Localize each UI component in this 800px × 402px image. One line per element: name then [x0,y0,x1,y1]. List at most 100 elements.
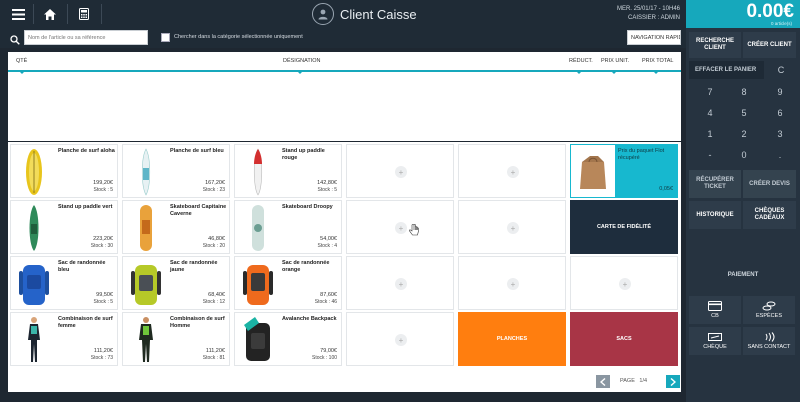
key-5[interactable]: 5 [730,104,758,122]
product-name: Sac de randonnée orange [282,260,330,273]
key-4[interactable]: 4 [696,104,724,122]
empty-slot[interactable]: + [346,144,454,198]
page-label: PAGE [620,378,635,384]
search-client-button[interactable]: RECHERCHE CLIENT [689,32,741,58]
product-tile[interactable]: Planche de surf aloha 199,20€ Stock : 5 [10,144,118,198]
recover-ticket-button[interactable]: RÉCUPÉRER TICKET [689,170,741,198]
product-price: 0,05€ [659,186,673,192]
key-minus[interactable]: - [696,146,724,164]
empty-slot[interactable]: + [346,312,454,366]
category-only-checkbox[interactable] [161,33,170,42]
product-tile[interactable]: Avalanche Backpack 79,00€ Stock : 100 [234,312,342,366]
bag-fee-tile[interactable]: Prix du paquet Flot récupéré 0,05€ [570,144,678,198]
history-button[interactable]: HISTORIQUE [689,201,741,229]
category-label: PLANCHES [496,336,528,342]
product-stock: Stock : 5 [93,299,113,305]
previous-page-button[interactable] [596,375,610,388]
key-2[interactable]: 2 [730,125,758,143]
key-6[interactable]: 6 [766,104,794,122]
product-price: 46,80€ [208,236,225,242]
clear-key[interactable]: C [765,61,797,79]
key-8[interactable]: 8 [730,83,758,101]
cheque-icon [708,333,722,341]
calculator-icon[interactable] [70,2,98,26]
loyalty-card-tile[interactable]: CARTE DE FIDÉLITÉ [570,200,678,254]
column-designation: DÉSIGNATION [283,58,321,64]
key-9[interactable]: 9 [766,83,794,101]
empty-slot[interactable]: + [346,256,454,310]
backpack-image [126,259,166,309]
total-items: 0 article(s) [770,21,792,26]
pay-card-button[interactable]: CB [689,296,741,324]
divider [67,4,68,24]
product-tile[interactable]: Combinaison de surf Homme 111,20€ Stock … [122,312,230,366]
divider [33,4,34,24]
pay-cheque-button[interactable]: CHÈQUE [689,327,741,355]
cart-total: 0.00€ 0 article(s) [686,0,800,28]
key-3[interactable]: 3 [766,125,794,143]
cashier-text: CAISSIER : ADMIN [627,15,680,21]
plus-icon: + [395,278,407,290]
product-tile[interactable]: Combinaison de surf femme 111,20€ Stock … [10,312,118,366]
credit-card-icon [708,301,722,311]
product-tile[interactable]: Sac de randonnée bleu 99,50€ Stock : 5 [10,256,118,310]
product-tile[interactable]: Stand up paddle rouge 142,80€ Stock : 5 [234,144,342,198]
pagination: PAGE 1/4 [8,372,681,392]
empty-slot[interactable]: + [570,256,678,310]
empty-slot[interactable]: + [458,200,566,254]
column-unit-price: PRIX UNIT. [601,58,630,64]
key-7[interactable]: 7 [696,83,724,101]
ticket-table: QTÉ DÉSIGNATION RÉDUCT. PRIX UNIT. PRIX … [8,52,681,141]
gift-vouchers-button[interactable]: CHÈQUES CADEAUX [743,201,796,229]
product-stock: Stock : 20 [202,243,225,249]
pay-cheque-label: CHÈQUE [703,344,727,350]
product-price: 223,20€ [93,236,113,242]
key-0[interactable]: 0 [730,146,758,164]
create-client-button[interactable]: CRÉER CLIENT [743,32,796,58]
empty-slot[interactable]: + [458,144,566,198]
home-icon[interactable] [36,2,64,26]
next-page-button[interactable] [666,375,680,388]
empty-slot[interactable]: + [458,256,566,310]
top-bar: Client Caisse MER. 25/01/17 - 10H46 CAIS… [0,0,686,28]
key-1[interactable]: 1 [696,125,724,143]
product-tile[interactable]: Skateboard Droopy 54,00€ Stock : 4 [234,200,342,254]
menu-icon[interactable] [4,2,32,26]
product-tile[interactable]: Sac de randonnée jaune 68,40€ Stock : 12 [122,256,230,310]
paddle-board-image [14,203,54,253]
product-tile[interactable]: Skateboard Capitaine Caverne 46,80€ Stoc… [122,200,230,254]
right-panel: 0.00€ 0 article(s) RECHERCHE CLIENT CRÉE… [686,0,800,402]
product-name: Combinaison de surf femme [58,316,113,329]
product-tile[interactable]: Planche de surf bleu 167,20€ Stock : 23 [122,144,230,198]
total-pages: 4 [644,378,648,384]
category-only-label: Chercher dans la catégorie sélectionnée … [174,34,303,40]
pay-cash-button[interactable]: ESPÈCES [743,296,795,324]
backpack-image [238,259,278,309]
empty-slot[interactable]: + [346,200,454,254]
plus-icon: + [395,334,407,346]
product-name: Prix du paquet Flot récupéré [618,148,665,161]
quick-navigation-button[interactable]: NAVIGATION RAPIDE [627,30,681,45]
product-name: Planche de surf bleu [170,148,224,154]
product-price: 54,00€ [320,236,337,242]
clear-cart-button[interactable]: EFFACER LE PANIER [689,61,764,79]
client-selector[interactable]: Client Caisse [312,2,417,26]
product-name: Sac de randonnée jaune [170,260,218,273]
pay-contactless-button[interactable]: SANS CONTACT [743,327,795,355]
session-info: MER. 25/01/17 - 10H46 CAISSIER : ADMIN [617,5,680,23]
column-total-price: PRIX TOTAL [642,58,674,64]
category-planches-tile[interactable]: PLANCHES [458,312,566,366]
product-price: 111,20€ [205,348,225,354]
column-discount: RÉDUCT. [569,58,593,64]
search-input[interactable] [24,30,148,45]
contactless-icon [765,332,775,342]
product-tile[interactable]: Sac de randonnée orange 87,60€ Stock : 4… [234,256,342,310]
product-price: 99,50€ [96,292,113,298]
category-sacs-tile[interactable]: SACS [570,312,678,366]
create-quote-button[interactable]: CRÉER DEVIS [743,170,796,198]
skateboard-image [126,203,166,253]
key-decimal[interactable]: . [766,146,794,164]
product-stock: Stock : 81 [202,355,225,361]
product-tile[interactable]: Stand up paddle vert 223,20€ Stock : 30 [10,200,118,254]
coins-icon [762,301,776,311]
